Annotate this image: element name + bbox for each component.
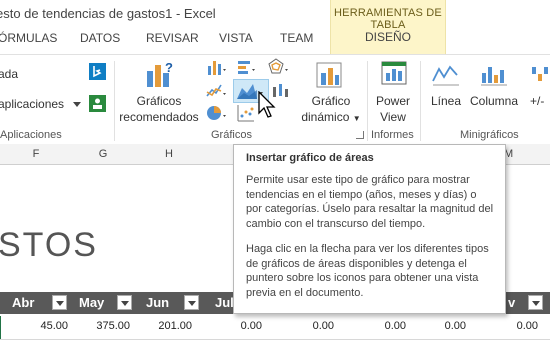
- svg-text:?: ?: [165, 60, 173, 75]
- cell-jul[interactable]: 0.00: [204, 320, 262, 332]
- pivot-chart-button[interactable]: Gráfico dinámico ▼: [295, 93, 367, 127]
- group-separator: [420, 61, 421, 141]
- recommended-charts-icon[interactable]: ?: [143, 59, 177, 91]
- people-graph-icon[interactable]: [89, 95, 106, 112]
- mouse-pointer-icon: [258, 90, 278, 119]
- title-bar: esto de tendencias de gastos1 - Excel: [0, 0, 550, 26]
- cell-nov[interactable]: 0.00: [478, 320, 538, 332]
- header-jun[interactable]: Jun: [146, 295, 169, 310]
- scatter-chart-icon[interactable]: [236, 103, 258, 123]
- store-label[interactable]: ada: [0, 67, 18, 81]
- power-view-icon[interactable]: [379, 59, 409, 89]
- bar-chart-icon[interactable]: [236, 57, 258, 77]
- column-header-g[interactable]: G: [72, 144, 135, 165]
- pie-chart-icon[interactable]: [205, 103, 227, 123]
- sparkline-line-button[interactable]: Línea: [424, 93, 468, 109]
- tooltip-paragraph-1: Permite usar este tipo de gráfico para m…: [246, 174, 494, 230]
- cell-jun[interactable]: 201.00: [134, 320, 192, 332]
- reports-group-label: Informes: [371, 129, 414, 141]
- charts-dialog-launcher-icon[interactable]: [356, 131, 364, 139]
- cell-oct[interactable]: 0.00: [418, 320, 466, 332]
- line-chart-icon[interactable]: [205, 81, 227, 101]
- filter-dropdown-may[interactable]: [117, 295, 132, 310]
- filter-dropdown-last[interactable]: [528, 295, 543, 310]
- sheet-title[interactable]: STOS: [0, 226, 98, 265]
- filter-dropdown-jun[interactable]: [184, 295, 199, 310]
- header-may[interactable]: May: [79, 295, 104, 310]
- sparkline-column-button[interactable]: Columna: [466, 93, 522, 109]
- my-apps-label[interactable]: aplicaciones: [0, 97, 64, 111]
- sparkline-column-icon[interactable]: [479, 61, 509, 87]
- cell-sep[interactable]: 0.00: [348, 320, 406, 332]
- ribbon: ada aplicaciones Aplicaciones ? Gráficos…: [0, 54, 550, 146]
- sparkline-winloss-icon[interactable]: [530, 61, 550, 87]
- radar-chart-icon[interactable]: [266, 57, 290, 77]
- tab-team[interactable]: TEAM: [280, 31, 313, 45]
- sparkline-line-icon[interactable]: [431, 61, 461, 87]
- sparkline-winloss-button[interactable]: +/-: [530, 93, 550, 109]
- column-header-h[interactable]: H: [134, 144, 205, 165]
- sparklines-group-label: Minigráficos: [460, 129, 519, 141]
- tooltip-paragraph-2: Haga clic en la flecha para ver los dife…: [246, 243, 489, 299]
- cell-apr[interactable]: 45.00: [0, 320, 68, 332]
- charts-group-label: Gráficos: [211, 129, 252, 141]
- filter-dropdown-apr[interactable]: [52, 295, 67, 310]
- apps-group-label: Aplicaciones: [0, 129, 62, 141]
- tab-review[interactable]: REVISAR: [146, 31, 199, 45]
- tab-design[interactable]: DISEÑO: [331, 30, 445, 44]
- bing-icon[interactable]: [89, 63, 106, 80]
- tab-formulas[interactable]: ÓRMULAS: [0, 31, 57, 45]
- tab-data[interactable]: DATOS: [80, 31, 120, 45]
- power-view-button[interactable]: Power View: [368, 93, 418, 125]
- my-apps-dropdown-icon[interactable]: [73, 102, 81, 107]
- cell-aug[interactable]: 0.00: [276, 320, 334, 332]
- column-header-f[interactable]: F: [0, 144, 73, 165]
- context-group-label: HERRAMIENTAS DE TABLA: [334, 7, 442, 31]
- header-apr[interactable]: Abr: [12, 295, 34, 310]
- header-partial[interactable]: v: [508, 295, 515, 310]
- window-title: esto de tendencias de gastos1 - Excel: [0, 6, 216, 21]
- tooltip-title: Insertar gráfico de áreas: [246, 152, 374, 164]
- recommended-charts-button[interactable]: Gráficos recomendados: [114, 93, 204, 125]
- header-jul[interactable]: Jul: [215, 295, 234, 310]
- pivot-chart-icon[interactable]: [313, 59, 347, 91]
- cell-may[interactable]: 375.00: [72, 320, 130, 332]
- table-tools-context-group: HERRAMIENTAS DE TABLA DISEÑO: [330, 0, 446, 54]
- area-chart-tooltip: Insertar gráfico de áreas Permite usar e…: [233, 144, 506, 314]
- column-chart-icon[interactable]: [205, 57, 227, 77]
- tab-view[interactable]: VISTA: [219, 31, 253, 45]
